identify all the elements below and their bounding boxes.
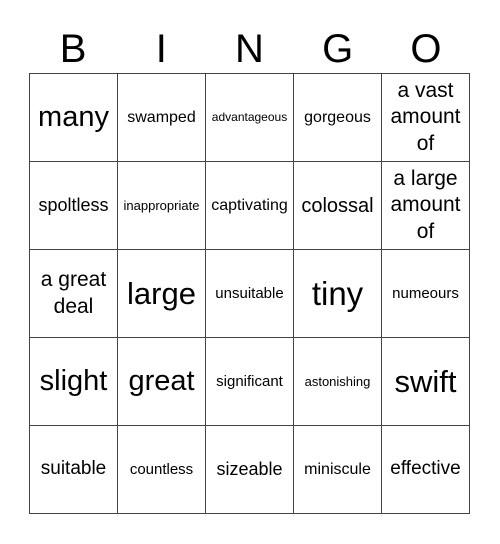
bingo-cell[interactable]: a vast amount of [382,74,470,162]
bingo-cell[interactable]: slight [30,338,118,426]
bingo-cell[interactable]: sizeable [206,426,294,514]
bingo-cell[interactable]: swift [382,338,470,426]
bingo-cell[interactable]: colossal [294,162,382,250]
bingo-cell[interactable]: great [118,338,206,426]
bingo-cell[interactable]: numeours [382,250,470,338]
bingo-cell[interactable]: suitable [30,426,118,514]
bingo-cell[interactable]: significant [206,338,294,426]
bingo-cell[interactable]: miniscule [294,426,382,514]
bingo-cell[interactable]: unsuitable [206,250,294,338]
bingo-cell[interactable]: inappropriate [118,162,206,250]
bingo-header: B I N G O [29,26,470,72]
bingo-cell[interactable]: tiny [294,250,382,338]
header-letter-o: O [410,27,442,71]
bingo-cell[interactable]: advantageous [206,74,294,162]
bingo-cell[interactable]: astonishing [294,338,382,426]
header-letter-n: N [235,27,264,71]
header-letter-i: I [155,27,167,71]
bingo-cell[interactable]: gorgeous [294,74,382,162]
bingo-cell[interactable]: captivating [206,162,294,250]
header-letter-g: G [322,27,354,71]
bingo-card-grid: many swamped advantageous gorgeous a vas… [29,73,470,514]
bingo-cell[interactable]: effective [382,426,470,514]
bingo-cell[interactable]: many [30,74,118,162]
bingo-cell[interactable]: a large amount of [382,162,470,250]
header-letter-b: B [59,27,87,71]
bingo-cell[interactable]: a great deal [30,250,118,338]
bingo-cell[interactable]: swamped [118,74,206,162]
bingo-cell[interactable]: spoltless [30,162,118,250]
bingo-cell[interactable]: countless [118,426,206,514]
bingo-cell[interactable]: large [118,250,206,338]
